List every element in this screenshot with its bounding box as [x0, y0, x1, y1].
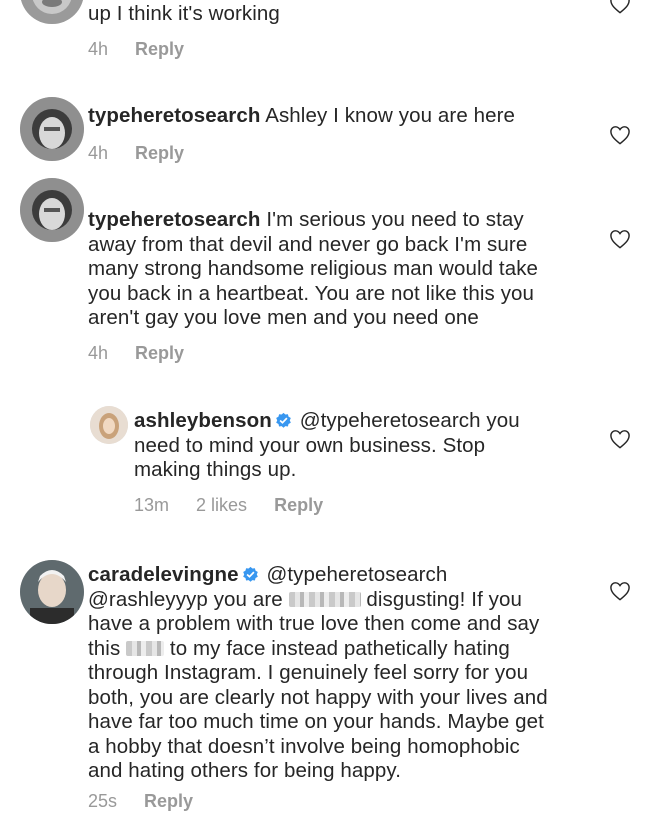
verified-badge-icon [242, 566, 258, 582]
comment-body-line: aren't gay you love men and you need one [88, 306, 479, 329]
avatar[interactable] [20, 560, 84, 624]
comment-text: typeheretosearch I'm serious you need to… [88, 208, 588, 331]
heart-outline-icon[interactable] [609, 229, 631, 249]
comment-likes[interactable]: 2 likes [196, 495, 247, 515]
comment-body-line: to my face instead pathetically hating [169, 636, 510, 660]
comment-meta: 25s Reply [88, 791, 215, 812]
comment-body-line: @rashleyyyp you are [88, 587, 283, 611]
comment-body: Ashley I know you are here [265, 104, 516, 127]
comment-body-line: need to mind your own business. Stop [134, 433, 486, 457]
heart-outline-icon[interactable] [609, 0, 631, 14]
comment-time: 4h [88, 343, 109, 363]
avatar[interactable] [20, 178, 84, 242]
comment-username[interactable]: typeheretosearch [88, 104, 261, 127]
verified-badge-icon [276, 412, 291, 428]
avatar[interactable] [20, 97, 84, 161]
heart-outline-icon[interactable] [609, 125, 631, 145]
heart-outline-icon[interactable] [609, 581, 631, 601]
comment-body-line: both, you are clearly not happy with you… [88, 685, 548, 709]
comment-body-line: through Instagram. I genuinely feel sorr… [88, 661, 529, 684]
censored-word [126, 640, 165, 656]
reply-button[interactable]: Reply [135, 39, 184, 59]
comment-text: caradelevingne @typeheretosearch @rashle… [88, 563, 608, 784]
comment-body-line: @typeheretosearch [266, 563, 448, 586]
comment-username[interactable]: caradelevingne [88, 563, 239, 586]
comment-body-line: away from that devil and never go back I… [88, 232, 528, 256]
reply-button[interactable]: Reply [144, 791, 193, 811]
comment-meta: 13m 2 likes Reply [134, 495, 345, 516]
comment-meta: 4h Reply [88, 143, 206, 164]
comment-body-line: I'm serious you need to stay [266, 208, 524, 231]
comment-time: 13m [134, 495, 170, 515]
comment-body-line: you back in a heartbeat. You are not lik… [88, 281, 535, 305]
comment-body-line: @typeheretosearch you [299, 409, 520, 432]
reply-button[interactable]: Reply [135, 343, 184, 363]
reply-button[interactable]: Reply [135, 143, 184, 163]
avatar[interactable] [20, 0, 84, 24]
comment-body-line: disgusting! If you [366, 587, 523, 611]
comment-username[interactable]: typeheretosearch [88, 208, 261, 231]
reply-button[interactable]: Reply [274, 495, 323, 515]
comment-body-line: have a problem with true love then come … [88, 612, 540, 635]
comment-body-line: and hating others for being happy. [88, 759, 402, 782]
comment-body-line: a hobby that doesn’t involve being homop… [88, 734, 520, 758]
comment-time: 4h [88, 143, 109, 163]
comment-meta: 4h Reply [88, 39, 206, 60]
comment-body-line: many strong handsome religious man would… [88, 257, 539, 280]
comment-meta: 4h Reply [88, 343, 206, 364]
comment-thread: up I think it's working 4h Reply typeher… [0, 0, 660, 817]
comment-body: up I think it's working [88, 2, 280, 25]
comment-text: typeheretosearch Ashley I know you are h… [88, 104, 515, 129]
comment-username[interactable]: ashleybenson [134, 409, 272, 432]
comment-text: up I think it's working [88, 2, 280, 27]
comment-body-line: making things up. [134, 458, 297, 481]
censored-word [288, 591, 361, 607]
comment-time: 25s [88, 791, 118, 811]
comment-time: 4h [88, 39, 109, 59]
avatar[interactable] [90, 406, 128, 444]
comment-text: ashleybenson @typeheretosearch you need … [134, 409, 574, 483]
comment-body-line: this [88, 636, 121, 660]
comment-body-line: have far too much time on your hands. Ma… [88, 710, 544, 733]
heart-outline-icon[interactable] [609, 429, 631, 449]
